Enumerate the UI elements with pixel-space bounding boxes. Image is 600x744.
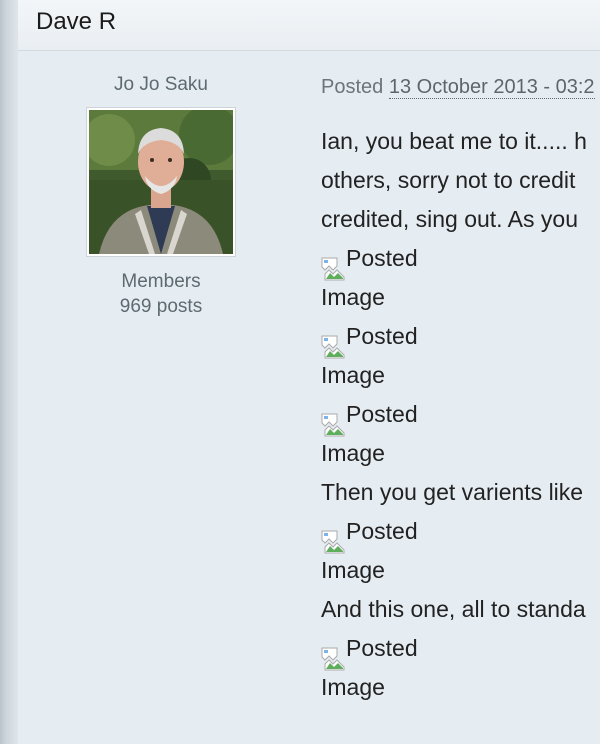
author-post-count: 969 posts: [119, 296, 203, 317]
broken-image-alt: Posted: [346, 401, 418, 427]
broken-image-alt: Posted: [346, 245, 418, 271]
image-label: Image: [321, 557, 385, 583]
author-name[interactable]: Jo Jo Saku: [80, 74, 242, 96]
left-edge-shadow: [0, 0, 18, 744]
broken-image[interactable]: Posted: [321, 629, 600, 671]
broken-image-icon: [321, 410, 345, 437]
image-label: Image: [321, 674, 385, 700]
post-text-line: And this one, all to standa: [321, 596, 586, 622]
avatar[interactable]: [86, 107, 236, 257]
post-header: Dave R: [18, 0, 600, 51]
post-text-line: Ian, you beat me to it..... h: [321, 128, 587, 154]
author-group: Members: [121, 271, 201, 292]
post-meta: Posted 13 October 2013 - 03:2: [321, 76, 595, 99]
broken-image[interactable]: Posted: [321, 395, 600, 437]
post-text-line: Then you get varients like: [321, 479, 584, 505]
image-label: Image: [321, 284, 385, 310]
broken-image-alt: Posted: [346, 323, 418, 349]
broken-image-alt: Posted: [346, 635, 418, 661]
broken-image-icon: [321, 644, 345, 671]
broken-image-alt: Posted: [346, 518, 418, 544]
broken-image[interactable]: Posted: [321, 317, 600, 359]
broken-image-icon: [321, 527, 345, 554]
broken-image-icon: [321, 332, 345, 359]
forum-post-view: Dave R Jo Jo Saku Members 969 posts Post…: [0, 0, 600, 744]
post-body: Ian, you beat me to it..... h others, so…: [321, 122, 600, 707]
broken-image-icon: [321, 254, 345, 281]
post-date[interactable]: 13 October 2013 - 03:2: [388, 76, 595, 99]
broken-image[interactable]: Posted: [321, 239, 600, 281]
post-text-line: others, sorry not to credit: [321, 167, 576, 193]
broken-image[interactable]: Posted: [321, 512, 600, 554]
avatar-image: [89, 110, 233, 254]
post-header-title[interactable]: Dave R: [36, 8, 116, 36]
author-info-pane: Jo Jo Saku Members 969 posts: [80, 74, 242, 319]
image-label: Image: [321, 440, 385, 466]
post-meta-prefix: Posted: [321, 76, 389, 98]
post-text-line: credited, sing out. As you: [321, 206, 578, 232]
image-label: Image: [321, 362, 385, 388]
